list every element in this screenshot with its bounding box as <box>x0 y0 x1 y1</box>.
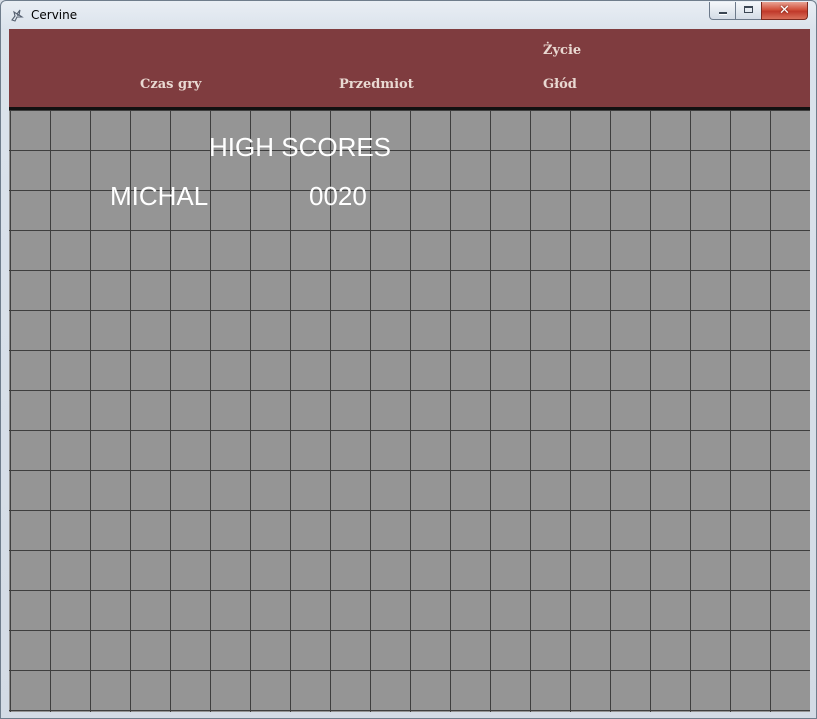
hunger-label: Głód <box>543 77 577 92</box>
life-label: Życie <box>543 43 582 58</box>
minimize-button[interactable] <box>709 2 736 20</box>
game-canvas[interactable]: Czas gry Przedmiot Życie Głód HIGH SCORE… <box>9 29 810 712</box>
maximize-button[interactable] <box>735 2 762 20</box>
high-scores-title: HIGH SCORES <box>209 132 392 162</box>
cervine-app-icon <box>11 9 24 22</box>
maximize-icon <box>744 6 753 13</box>
window-title: Cervine <box>31 8 78 22</box>
hud-bar: Czas gry Przedmiot Życie Głód <box>9 29 810 110</box>
close-button[interactable]: ✕ <box>761 2 808 20</box>
close-icon: ✕ <box>779 3 790 18</box>
high-score-value: 0020 <box>309 181 367 211</box>
app-window: Cervine ✕ Czas gry Przedmiot Życie Głód … <box>0 0 817 719</box>
play-time-label: Czas gry <box>140 77 202 92</box>
item-label: Przedmiot <box>339 77 414 92</box>
high-score-name: MICHAL <box>110 181 209 211</box>
minimize-icon <box>719 12 727 14</box>
title-bar[interactable]: Cervine ✕ <box>1 1 816 28</box>
